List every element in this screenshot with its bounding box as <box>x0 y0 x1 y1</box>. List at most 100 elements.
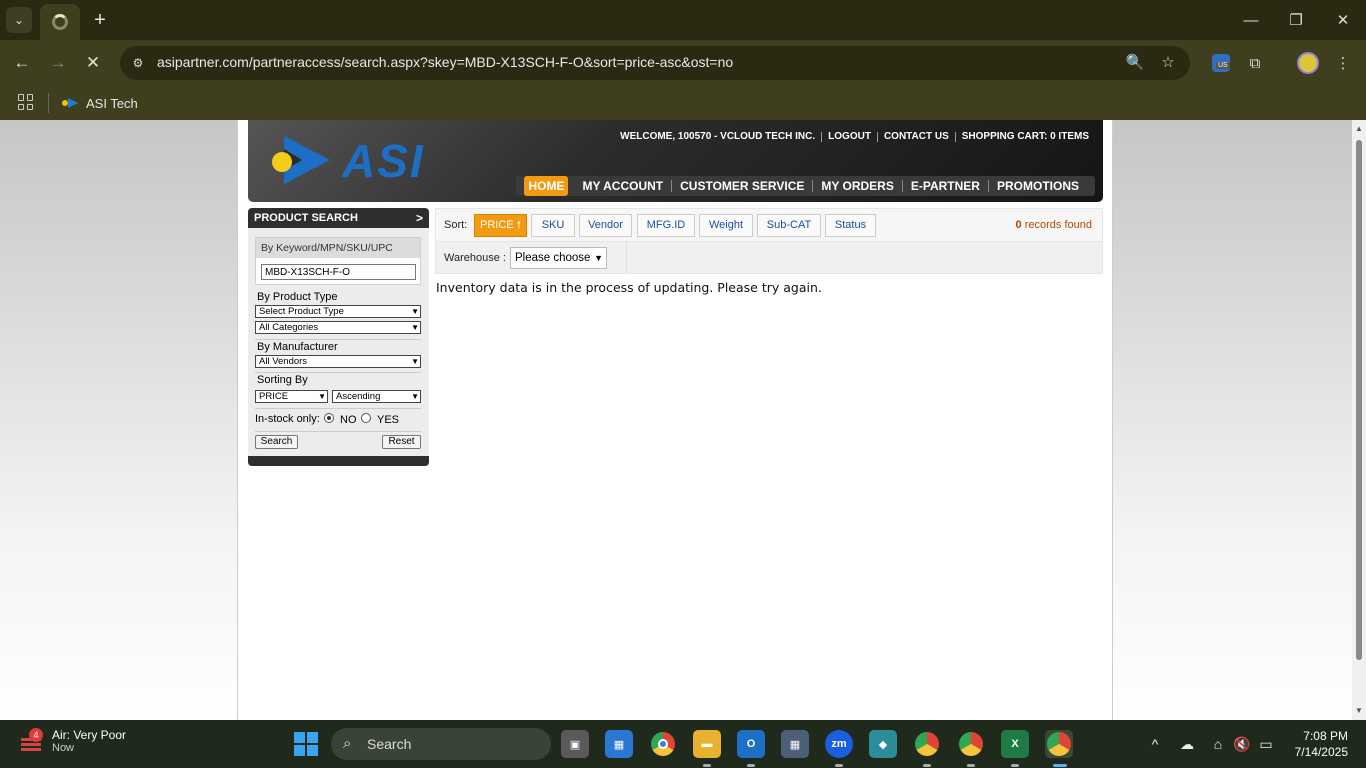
logout-link[interactable]: LOGOUT <box>822 131 877 142</box>
asi-logo[interactable]: ASI <box>272 134 442 188</box>
weather-widget[interactable]: 4 Air: Very Poor Now <box>18 728 126 754</box>
volume-muted-icon[interactable]: 🔇 <box>1232 734 1252 754</box>
zoom-app-icon[interactable]: zm <box>825 730 853 758</box>
new-tab-button[interactable]: + <box>88 8 112 32</box>
product-search-header[interactable]: PRODUCT SEARCH > <box>248 208 429 228</box>
shopping-cart-link[interactable]: SHOPPING CART: 0 ITEMS <box>956 131 1095 142</box>
windows-start-icon[interactable] <box>294 732 318 756</box>
scrollbar-thumb[interactable] <box>1356 140 1362 660</box>
sort-price-label: PRICE <box>480 219 514 231</box>
task-view-icon[interactable]: ▣ <box>561 730 589 758</box>
chrome-profile-2-icon[interactable] <box>957 730 985 758</box>
extension-icon[interactable]: US <box>1208 50 1234 76</box>
sort-sku-button[interactable]: SKU <box>531 214 575 237</box>
app-diamond-icon[interactable]: ◆ <box>869 730 897 758</box>
nav-my-account[interactable]: MY ACCOUNT <box>574 176 671 196</box>
logo-dot <box>272 152 292 172</box>
sort-weight-button[interactable]: Weight <box>699 214 753 237</box>
sort-vendor-button[interactable]: Vendor <box>579 214 632 237</box>
active-tab[interactable] <box>40 4 80 40</box>
nav-promotions[interactable]: PROMOTIONS <box>989 176 1087 196</box>
tray-chevron-up-icon[interactable]: ^ <box>1145 734 1165 754</box>
nav-e-partner[interactable]: E-PARTNER <box>903 176 988 196</box>
chevron-right-icon: > <box>415 211 423 225</box>
instock-yes-radio[interactable] <box>361 413 371 423</box>
address-bar[interactable]: ⚙ asipartner.com/partneraccess/search.as… <box>120 46 1190 80</box>
excel-icon[interactable]: X <box>1001 730 1029 758</box>
bookmark-star-icon[interactable]: ☆ <box>1158 53 1178 73</box>
menu-kebab-icon[interactable]: ⋮ <box>1330 50 1356 76</box>
system-clock[interactable]: 7:08 PM 7/14/2025 <box>1295 728 1348 760</box>
keyword-box: By Keyword/MPN/SKU/UPC <box>255 237 421 285</box>
manufacturer-select[interactable]: All Vendors ▼ <box>255 355 421 368</box>
extensions-puzzle-icon[interactable]: ⧉ <box>1242 50 1268 76</box>
sort-subcat-button[interactable]: Sub-CAT <box>757 214 821 237</box>
outlook-indicator <box>747 764 755 767</box>
sort-order-select[interactable]: Ascending ▼ <box>332 390 421 403</box>
microsoft-store-icon[interactable]: ▦ <box>605 730 633 758</box>
taskbar-search-label: Search <box>367 736 412 752</box>
page-scrollbar[interactable]: ▲ ▼ <box>1352 120 1366 720</box>
outlook-icon[interactable]: O <box>737 730 765 758</box>
keyword-label: By Keyword/MPN/SKU/UPC <box>256 238 420 258</box>
records-text: records found <box>1024 219 1092 231</box>
stop-loading-button[interactable]: ✕ <box>80 50 106 76</box>
close-window-button[interactable]: ✕ <box>1328 6 1358 34</box>
chrome-profile-icon[interactable] <box>913 730 941 758</box>
forward-button[interactable]: → <box>45 50 71 76</box>
site-info-icon[interactable]: ⚙ <box>130 55 146 71</box>
chrome-icon[interactable] <box>649 730 677 758</box>
back-button[interactable]: ← <box>9 50 35 76</box>
file-explorer-icon[interactable]: ▬ <box>693 730 721 758</box>
sort-field-value: PRICE <box>259 391 289 402</box>
taskbar-search[interactable]: ⌕ Search <box>331 728 551 760</box>
warehouse-select[interactable]: Please choose ▼ <box>510 247 607 269</box>
nav-my-orders[interactable]: MY ORDERS <box>813 176 901 196</box>
product-search-title: PRODUCT SEARCH <box>254 212 358 224</box>
status-message: Inventory data is in the process of upda… <box>436 280 822 295</box>
contact-us-link[interactable]: CONTACT US <box>878 131 955 142</box>
restore-button[interactable]: ❐ <box>1281 6 1311 34</box>
url-text[interactable]: asipartner.com/partneraccess/search.aspx… <box>157 54 733 70</box>
keyword-input[interactable] <box>261 264 416 280</box>
scroll-up-arrow-icon[interactable]: ▲ <box>1354 124 1364 134</box>
onedrive-icon[interactable]: ☁ <box>1177 734 1197 754</box>
chrome-profile-indicator <box>923 764 931 767</box>
search-button[interactable]: Search <box>255 435 298 449</box>
reset-button[interactable]: Reset <box>382 435 421 449</box>
sort-ascending-arrow-icon: 🠕 <box>516 220 521 231</box>
sort-label: Sort: <box>444 219 468 231</box>
chevron-down-icon: ▼ <box>594 253 603 263</box>
instock-no-radio[interactable] <box>324 413 334 423</box>
category-select[interactable]: All Categories ▼ <box>255 321 421 334</box>
chrome-profile-2-indicator <box>967 764 975 767</box>
minimize-button[interactable]: — <box>1236 6 1266 34</box>
chrome-active-icon[interactable] <box>1045 730 1073 758</box>
clock-time: 7:08 PM <box>1303 729 1348 743</box>
network-icon[interactable]: ⌂ <box>1208 734 1228 754</box>
sorting-label: Sorting By <box>257 374 308 386</box>
apps-grid-icon[interactable] <box>18 94 34 110</box>
divider <box>255 408 421 409</box>
sort-mfgid-button[interactable]: MFG.ID <box>637 214 695 237</box>
instock-no-label: NO <box>340 414 357 426</box>
product-type-select[interactable]: Select Product Type ▼ <box>255 305 421 318</box>
divider <box>255 339 421 340</box>
profile-avatar[interactable] <box>1297 52 1319 74</box>
battery-icon[interactable]: ▭ <box>1256 734 1276 754</box>
nav-customer-service[interactable]: CUSTOMER SERVICE <box>672 176 812 196</box>
tab-search-button[interactable]: ⌄ <box>6 7 32 33</box>
nav-home[interactable]: HOME <box>524 176 569 196</box>
sort-field-select[interactable]: PRICE ▼ <box>255 390 328 403</box>
bookmark-asi-tech[interactable]: ASI Tech <box>62 93 138 113</box>
zoom-icon[interactable]: 🔍 <box>1125 53 1145 73</box>
panel-footer <box>248 456 429 466</box>
divider <box>255 431 421 432</box>
search-icon: ⌕ <box>343 735 352 752</box>
sort-status-button[interactable]: Status <box>825 214 876 237</box>
calculator-icon[interactable]: ▦ <box>781 730 809 758</box>
chevron-down-icon: ▼ <box>411 307 419 316</box>
instock-label: In-stock only: <box>255 413 320 425</box>
sort-price-button[interactable]: PRICE 🠕 <box>474 214 527 237</box>
scroll-down-arrow-icon[interactable]: ▼ <box>1354 706 1364 716</box>
